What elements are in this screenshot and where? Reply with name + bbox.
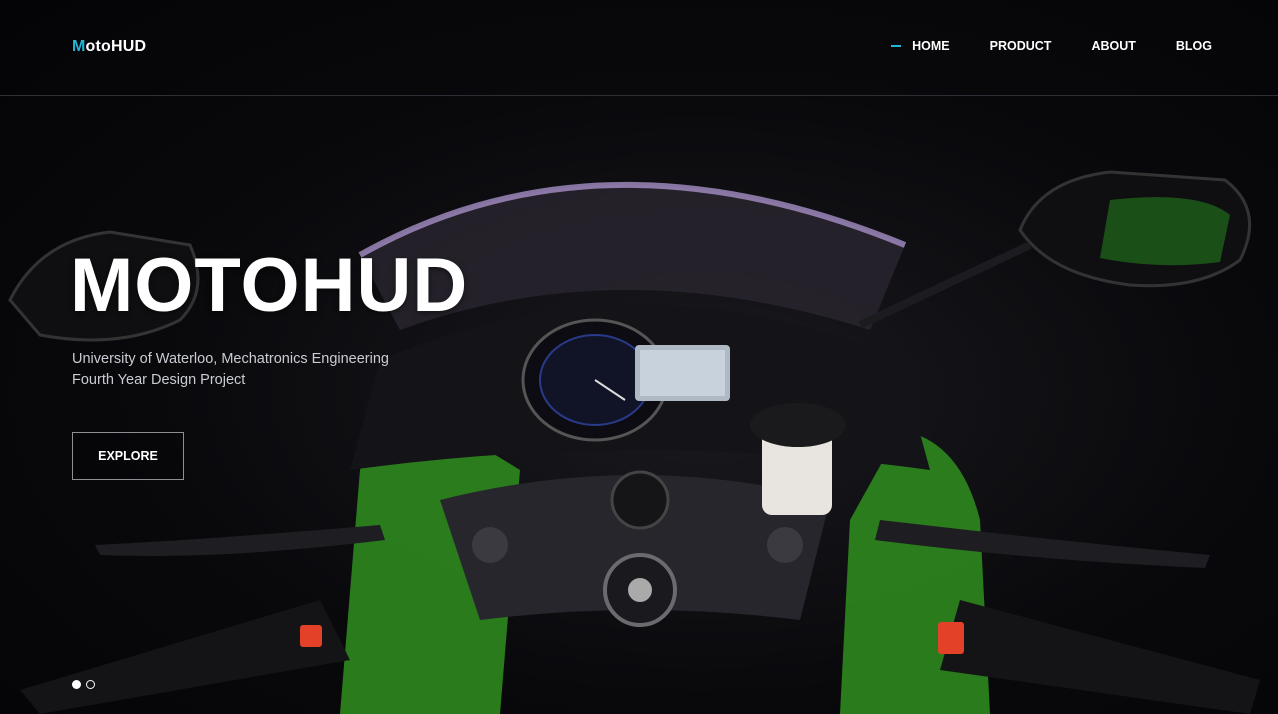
explore-button[interactable]: EXPLORE	[72, 432, 184, 480]
hero-subtitle-line-1: University of Waterloo, Mechatronics Eng…	[72, 351, 389, 367]
nav-item-about[interactable]: ABOUT	[1091, 38, 1135, 54]
hero-subtitle-line-2: Fourth Year Design Project	[72, 372, 246, 388]
top-navbar: MotoHUD HOME PRODUCT ABOUT BLOG	[0, 0, 1278, 96]
logo-text: otoHUD	[85, 38, 147, 55]
brand-logo[interactable]: MotoHUD	[72, 38, 146, 56]
hero-title: MOTOHUD	[70, 243, 469, 328]
nav-item-product[interactable]: PRODUCT	[990, 38, 1052, 54]
nav-item-home[interactable]: HOME	[891, 38, 950, 54]
carousel-indicators	[72, 680, 95, 689]
nav-item-blog[interactable]: BLOG	[1176, 38, 1212, 54]
carousel-dot-2[interactable]	[86, 680, 95, 689]
logo-accent-letter: M	[72, 38, 86, 55]
main-nav: HOME PRODUCT ABOUT BLOG	[891, 38, 1212, 54]
carousel-dot-1[interactable]	[72, 680, 81, 689]
hero-subtitle: University of Waterloo, Mechatronics Eng…	[72, 349, 389, 391]
